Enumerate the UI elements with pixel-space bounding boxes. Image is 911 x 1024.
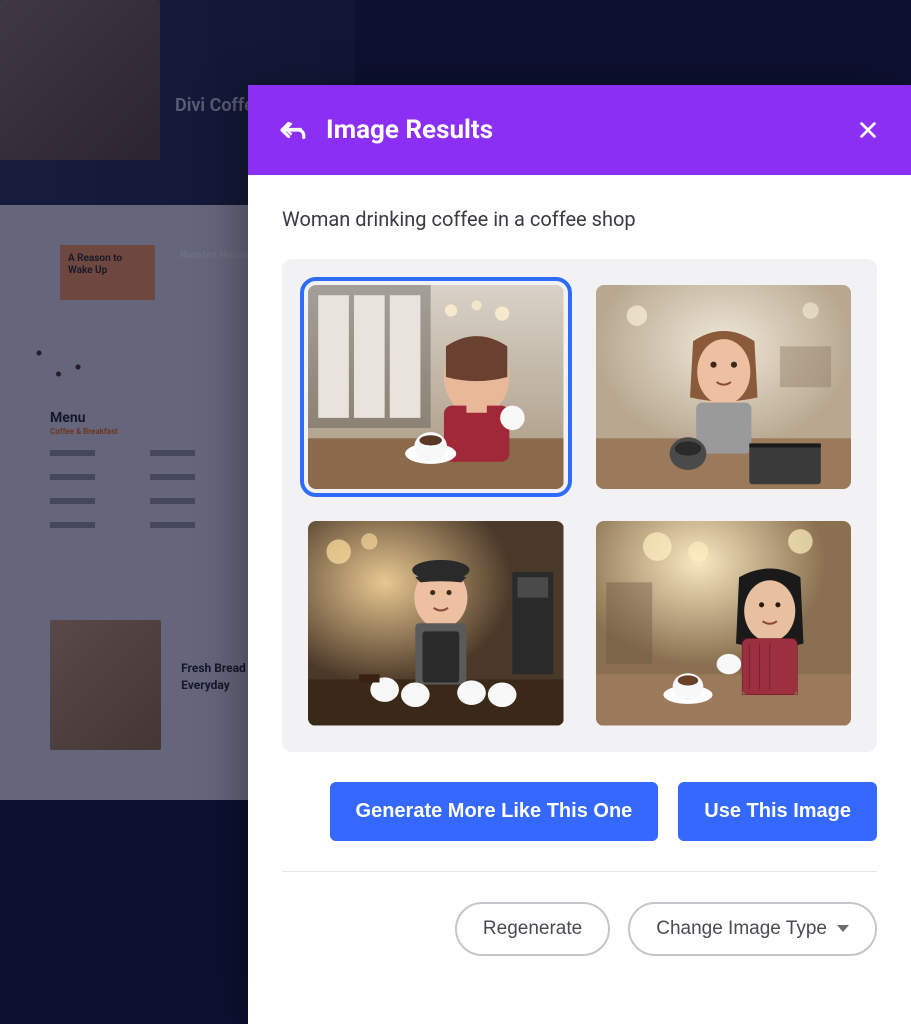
change-type-label: Change Image Type — [656, 918, 827, 940]
image-result-1[interactable] — [308, 285, 564, 489]
prompt-text: Woman drinking coffee in a coffee shop — [282, 207, 877, 231]
caret-down-icon — [837, 925, 849, 932]
generated-image — [596, 521, 852, 725]
image-grid — [308, 285, 851, 726]
bg-beans-image — [0, 325, 130, 395]
regenerate-button[interactable]: Regenerate — [455, 902, 610, 956]
primary-action-row: Generate More Like This One Use This Ima… — [282, 782, 877, 841]
image-result-2[interactable] — [596, 285, 852, 489]
change-image-type-button[interactable]: Change Image Type — [628, 902, 877, 956]
generated-image — [596, 285, 852, 489]
image-results-modal: Image Results Woman drinking coffee in a… — [248, 85, 911, 1024]
bg-menu-title: Menu — [50, 410, 86, 426]
bg-hero-image — [0, 0, 160, 160]
modal-body: Woman drinking coffee in a coffee shop — [248, 175, 911, 988]
regenerate-label: Regenerate — [483, 918, 582, 940]
generate-more-button[interactable]: Generate More Like This One — [330, 782, 659, 841]
bg-bread-image — [50, 620, 161, 750]
image-result-3[interactable] — [308, 521, 564, 725]
generated-image — [308, 285, 564, 489]
secondary-action-row: Regenerate Change Image Type — [282, 871, 877, 956]
bg-menu-subtitle: Coffee & Breakfast — [50, 427, 118, 436]
bg-roasted-label: Roasted House — [180, 250, 248, 261]
back-icon[interactable] — [280, 117, 306, 143]
bg-orange-card: A Reason to Wake Up — [60, 245, 155, 300]
generated-image — [308, 521, 564, 725]
close-icon[interactable] — [857, 119, 879, 141]
modal-title: Image Results — [326, 115, 493, 145]
image-result-4[interactable] — [596, 521, 852, 725]
use-this-image-button[interactable]: Use This Image — [678, 782, 877, 841]
image-grid-container — [282, 259, 877, 752]
modal-header: Image Results — [248, 85, 911, 175]
